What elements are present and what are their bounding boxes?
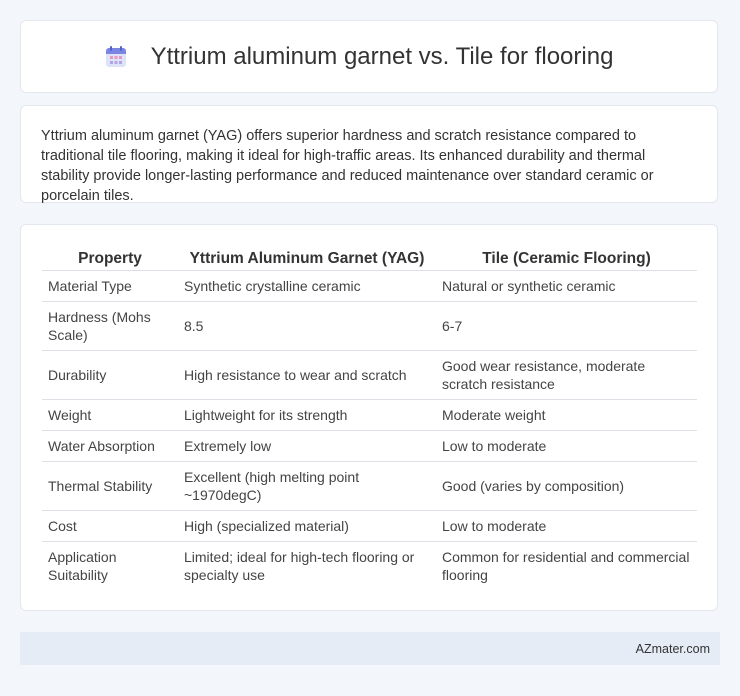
footer: AZmater.com [20,632,720,665]
footer-brand: AZmater.com [635,641,710,656]
yag-value: Synthetic crystalline ceramic [178,270,436,302]
title-card: Yttrium aluminum garnet vs. Tile for flo… [20,20,718,93]
tile-value: Natural or synthetic ceramic [436,270,697,302]
table-row: Water Absorption Extremely low Low to mo… [42,430,697,462]
tile-value: Good wear resistance, moderate scratch r… [436,350,697,400]
tile-value: Low to moderate [436,430,697,462]
table-row: Hardness (Mohs Scale) 8.5 6-7 [42,301,697,351]
calendar-icon [105,45,127,68]
row-label: Application Suitability [48,549,117,584]
comparison-table-card: Property Yttrium Aluminum Garnet (YAG) T… [20,224,718,611]
tile-value: 6-7 [436,301,697,351]
yag-value: Extremely low [178,430,436,462]
intro-card: Yttrium aluminum garnet (YAG) offers sup… [20,105,718,204]
tile-value: Good (varies by composition) [436,461,697,511]
yag-value: Limited; ideal for high-tech flooring or… [184,549,415,584]
yag-value: 8.5 [178,301,436,351]
tile-value: Low to moderate [436,510,697,542]
table-header-row: Property Yttrium Aluminum Garnet (YAG) T… [42,243,697,271]
row-label: Water Absorption [42,430,178,462]
table-row: Material Type Synthetic crystalline cera… [42,270,697,302]
tile-value: Moderate weight [436,399,697,431]
row-label: Durability [42,350,178,400]
row-label: Material Type [42,270,178,302]
header-tile: Tile (Ceramic Flooring) [436,243,697,271]
table-row: Weight Lightweight for its strength Mode… [42,399,697,431]
table-row: Application Suitability Limited; ideal f… [42,542,697,591]
table-row: Thermal Stability Excellent (high meltin… [42,461,697,511]
header-yag: Yttrium Aluminum Garnet (YAG) [178,243,436,271]
yag-value: Excellent (high melting point ~1970degC) [178,461,436,511]
yag-value: High resistance to wear and scratch [178,350,436,400]
intro-text: Yttrium aluminum garnet (YAG) offers sup… [41,128,654,204]
row-label: Hardness (Mohs Scale) [42,301,178,351]
page-title: Yttrium aluminum garnet vs. Tile for flo… [150,42,614,70]
table-row: Durability High resistance to wear and s… [42,350,697,400]
row-label: Weight [42,399,178,431]
table-row: Cost High (specialized material) Low to … [42,510,697,542]
tile-value: Common for residential and commercial fl… [442,549,690,584]
yag-value: Lightweight for its strength [178,399,436,431]
row-label: Thermal Stability [42,461,178,511]
header-property: Property [42,243,178,271]
yag-value: High (specialized material) [178,510,436,542]
row-label: Cost [42,510,178,542]
comparison-table: Property Yttrium Aluminum Garnet (YAG) T… [42,243,697,591]
